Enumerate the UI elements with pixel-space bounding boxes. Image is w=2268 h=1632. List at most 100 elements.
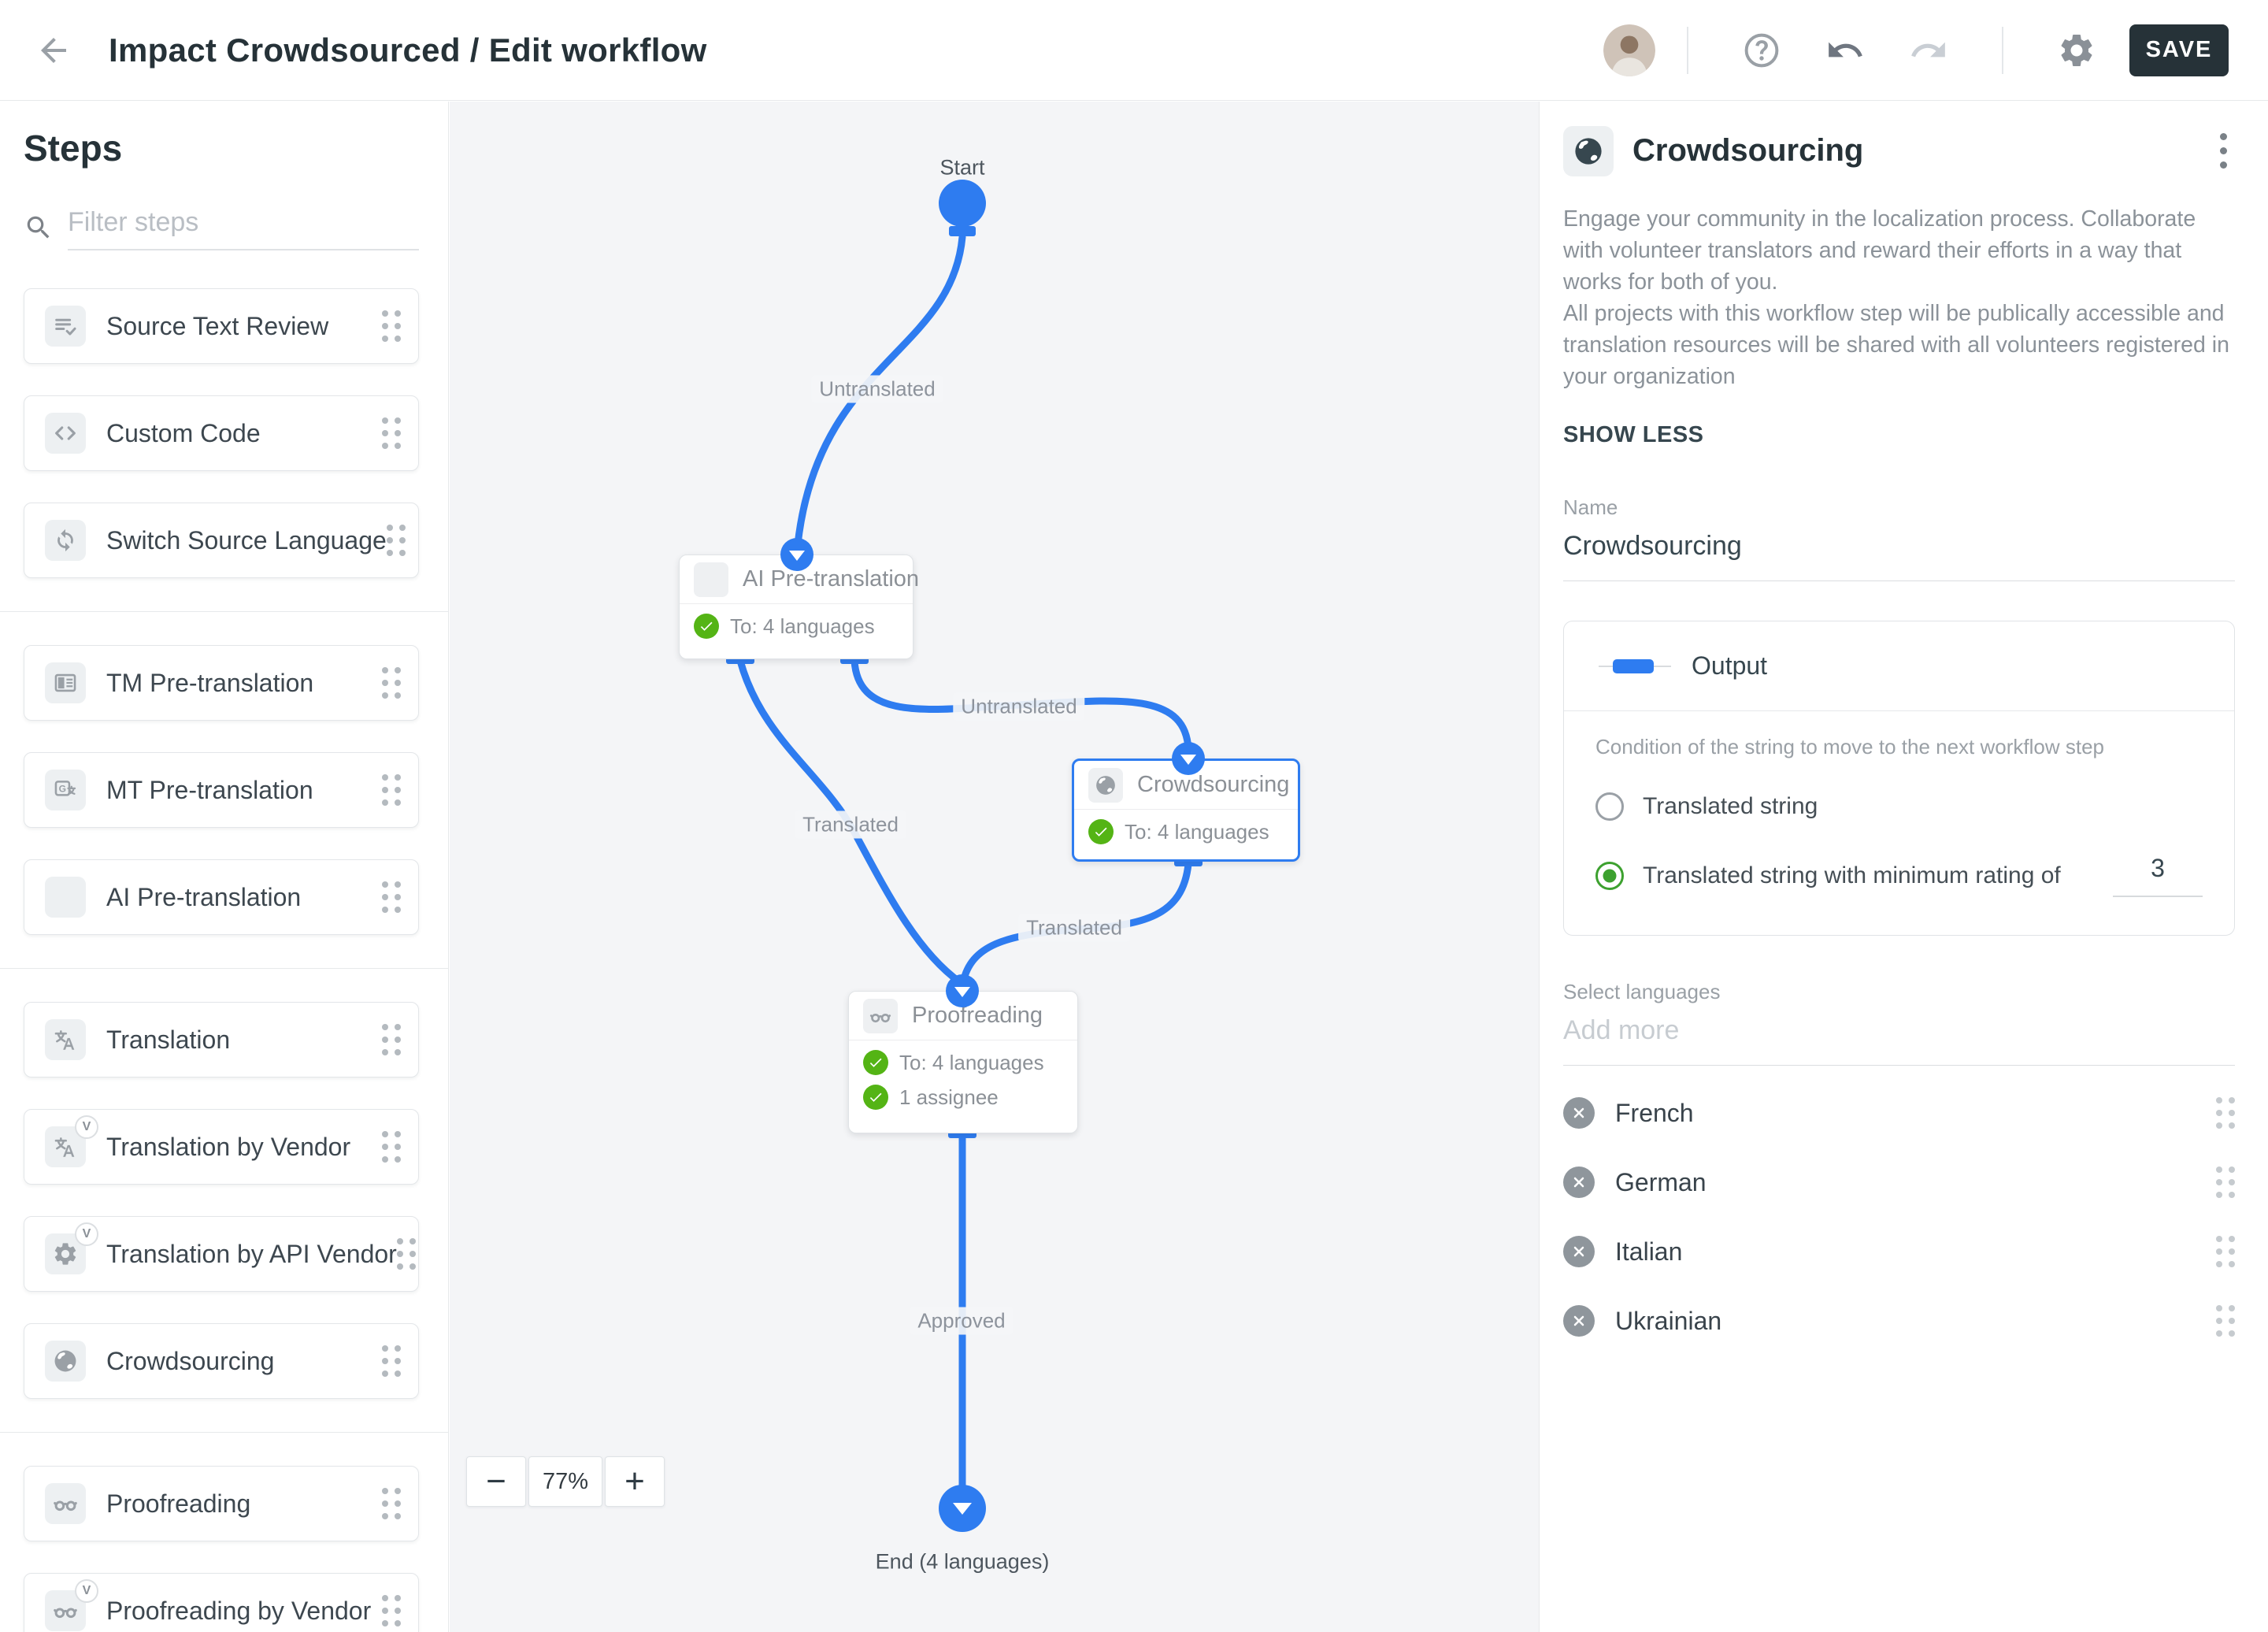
zoom-out-button[interactable]: − xyxy=(466,1456,526,1507)
group-divider xyxy=(0,968,448,969)
node-title: AI Pre-translation xyxy=(743,566,920,592)
filter-steps-input[interactable] xyxy=(68,202,419,249)
step-label: Proofreading xyxy=(106,1489,251,1518)
option-translated-string[interactable]: Translated string xyxy=(1595,792,2203,821)
drag-handle-icon[interactable] xyxy=(382,1345,401,1377)
globe-icon xyxy=(1563,125,1614,176)
step-proofreading[interactable]: Proofreading xyxy=(24,1466,419,1541)
drag-handle-icon[interactable] xyxy=(386,525,406,556)
drag-handle-icon[interactable] xyxy=(2216,1167,2235,1198)
remove-language-icon[interactable] xyxy=(1563,1305,1595,1337)
step-custom-code[interactable]: Custom Code xyxy=(24,395,419,471)
node-title: Crowdsourcing xyxy=(1137,772,1290,797)
redo-icon[interactable] xyxy=(1909,31,1948,70)
language-row-italian: Italian xyxy=(1563,1217,2235,1286)
drag-handle-icon[interactable] xyxy=(396,1238,416,1270)
step-label: Custom Code xyxy=(106,418,261,447)
step-label: Translation xyxy=(106,1025,231,1054)
drag-handle-icon[interactable] xyxy=(382,1024,401,1055)
output-body: Condition of the string to move to the n… xyxy=(1564,711,2234,935)
show-less-link[interactable]: SHOW LESS xyxy=(1563,422,1704,448)
zoom-level: 77% xyxy=(528,1456,602,1507)
language-name: French xyxy=(1615,1098,1694,1127)
drag-handle-icon[interactable] xyxy=(382,310,401,342)
node-header: Crowdsourcing xyxy=(1074,761,1298,810)
step-tm-pretranslation[interactable]: TM Pre-translation xyxy=(24,645,419,721)
radio-selected-icon[interactable] xyxy=(1595,861,1624,890)
help-icon[interactable] xyxy=(1742,31,1781,70)
node-row: To: 4 languages xyxy=(1088,819,1284,844)
steps-sidebar: Steps Source Text Review Custom Code Swi… xyxy=(0,102,449,1632)
option-translated-min-rating[interactable]: Translated string with minimum rating of… xyxy=(1595,854,2203,897)
node-ai-pretranslation[interactable]: AI Pre-translation To: 4 languages xyxy=(679,555,919,659)
drag-handle-icon[interactable] xyxy=(382,1131,401,1163)
drag-handle-icon[interactable] xyxy=(382,1488,401,1519)
settings-gear-icon[interactable] xyxy=(2057,31,2096,70)
workflow-canvas[interactable]: AI Pre-translation To: 4 languages Crowd… xyxy=(450,102,1539,1632)
step-source-text-review[interactable]: Source Text Review xyxy=(24,288,419,364)
node-proofreading[interactable]: Proofreading To: 4 languages 1 assignee xyxy=(848,991,1078,1133)
name-input[interactable] xyxy=(1563,520,2235,581)
name-field: Name xyxy=(1563,495,2235,581)
node-body: To: 4 languages xyxy=(1074,810,1298,854)
language-list: French German Italian Ukrainian xyxy=(1563,1078,2235,1356)
drag-handle-icon[interactable] xyxy=(382,774,401,806)
check-icon xyxy=(1088,819,1114,844)
step-translation-by-vendor[interactable]: V Translation by Vendor xyxy=(24,1109,419,1185)
source-text-review-icon xyxy=(45,306,86,347)
node-row-label: To: 4 languages xyxy=(1125,819,1269,844)
step-label: AI Pre-translation xyxy=(106,882,302,911)
page-title: Impact Crowdsourced / Edit workflow xyxy=(109,31,707,69)
output-connector-icon xyxy=(1599,658,1671,674)
node-row: To: 4 languages xyxy=(694,614,899,639)
avatar[interactable] xyxy=(1603,24,1655,76)
description-paragraph: All projects with this workflow step wil… xyxy=(1563,301,2229,389)
condition-label: Condition of the string to move to the n… xyxy=(1595,735,2105,759)
remove-language-icon[interactable] xyxy=(1563,1167,1595,1198)
node-header: AI Pre-translation xyxy=(680,555,919,604)
remove-language-icon[interactable] xyxy=(1563,1236,1595,1267)
node-body: To: 4 languages 1 assignee xyxy=(849,1040,1077,1119)
step-label: Translation by Vendor xyxy=(106,1132,351,1161)
step-translation[interactable]: Translation xyxy=(24,1002,419,1077)
zoom-in-button[interactable]: + xyxy=(605,1456,665,1507)
top-bar: Impact Crowdsourced / Edit workflow SAVE xyxy=(0,0,2268,101)
kebab-menu-icon[interactable] xyxy=(2212,125,2235,176)
step-crowdsourcing[interactable]: Crowdsourcing xyxy=(24,1323,419,1399)
search-icon xyxy=(24,213,54,243)
drag-handle-icon[interactable] xyxy=(382,881,401,913)
output-title: Output xyxy=(1692,651,1768,680)
translate-icon xyxy=(45,1019,86,1060)
drag-handle-icon[interactable] xyxy=(382,417,401,449)
undo-icon[interactable] xyxy=(1825,31,1865,70)
back-button[interactable] xyxy=(35,32,72,69)
save-button[interactable]: SAVE xyxy=(2129,24,2229,76)
drag-handle-icon[interactable] xyxy=(382,667,401,699)
drag-handle-icon[interactable] xyxy=(382,1595,401,1626)
radio-label: Translated string xyxy=(1643,793,1818,819)
step-mt-pretranslation[interactable]: MT Pre-translation xyxy=(24,752,419,828)
radio-unselected-icon[interactable] xyxy=(1595,792,1624,821)
node-row-label: To: 4 languages xyxy=(899,1050,1044,1074)
select-languages-section: Select languages French German Italian U… xyxy=(1563,980,2235,1356)
step-ai-pretranslation[interactable]: AI Pre-translation xyxy=(24,859,419,935)
min-rating-input[interactable]: 3 xyxy=(2113,854,2203,897)
language-row-french: French xyxy=(1563,1078,2235,1148)
panel-title: Crowdsourcing xyxy=(1632,133,1864,168)
step-switch-source-language[interactable]: Switch Source Language xyxy=(24,503,419,578)
add-language-input[interactable] xyxy=(1563,1004,2235,1066)
node-row: 1 assignee xyxy=(863,1085,1063,1110)
drag-handle-icon[interactable] xyxy=(2216,1305,2235,1337)
drag-handle-icon[interactable] xyxy=(2216,1236,2235,1267)
step-label: Switch Source Language xyxy=(106,525,387,555)
step-translation-by-api-vendor[interactable]: V Translation by API Vendor xyxy=(24,1216,419,1292)
topbar-actions: SAVE xyxy=(1603,24,2229,76)
step-proofreading-by-vendor[interactable]: V Proofreading by Vendor xyxy=(24,1573,419,1632)
node-crowdsourcing[interactable]: Crowdsourcing To: 4 languages xyxy=(1072,759,1300,862)
remove-language-icon[interactable] xyxy=(1563,1097,1595,1129)
language-name: Ukrainian xyxy=(1615,1306,1722,1335)
drag-handle-icon[interactable] xyxy=(2216,1097,2235,1129)
check-icon xyxy=(694,614,719,639)
vendor-badge: V xyxy=(75,1579,98,1603)
end-label: End (4 languages) xyxy=(875,1549,1050,1574)
